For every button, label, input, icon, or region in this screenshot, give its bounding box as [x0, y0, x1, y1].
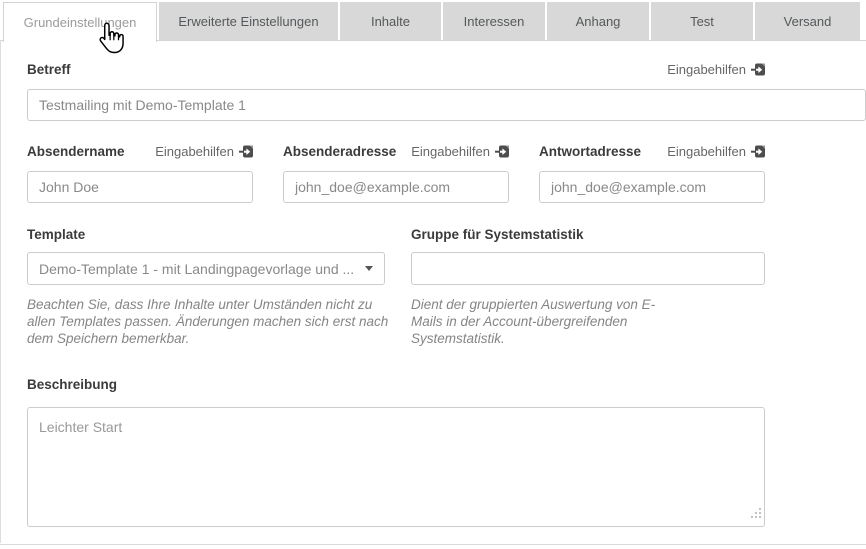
absenderadresse-eingabehilfen-link[interactable]: Eingabehilfen — [411, 144, 509, 159]
chevron-down-icon — [365, 266, 373, 271]
template-select[interactable]: Demo-Template 1 - mit Landingpagevorlage… — [27, 252, 385, 285]
absenderadresse-input[interactable] — [283, 171, 509, 203]
betreff-label: Betreff — [27, 62, 71, 77]
eingabehilfen-icon — [751, 63, 765, 76]
tab-interessen[interactable]: Interessen — [443, 2, 545, 40]
eingabehilfen-icon — [751, 145, 765, 158]
template-selected-value: Demo-Template 1 - mit Landingpagevorlage… — [39, 261, 354, 277]
eingabehilfen-label: Eingabehilfen — [667, 62, 746, 77]
systemstatistik-note: Dient der gruppierten Auswertung von E-M… — [411, 296, 656, 347]
tab-inhalte[interactable]: Inhalte — [340, 2, 441, 40]
eingabehilfen-label: Eingabehilfen — [667, 144, 746, 159]
beschreibung-label: Beschreibung — [27, 377, 117, 392]
bottom-divider — [0, 544, 866, 545]
absendername-eingabehilfen-link[interactable]: Eingabehilfen — [155, 144, 253, 159]
antwortadresse-input[interactable] — [539, 171, 765, 203]
tab-test[interactable]: Test — [651, 2, 753, 40]
tab-erweiterte-einstellungen[interactable]: Erweiterte Einstellungen — [159, 2, 338, 40]
absenderadresse-label: Absenderadresse — [283, 144, 396, 159]
antwortadresse-eingabehilfen-link[interactable]: Eingabehilfen — [667, 144, 765, 159]
absendername-label: Absendername — [27, 144, 125, 159]
betreff-input[interactable] — [27, 89, 866, 121]
eingabehilfen-label: Eingabehilfen — [155, 144, 234, 159]
systemstatistik-input[interactable] — [411, 252, 765, 285]
tab-grundeinstellungen[interactable]: Grundeinstellungen — [3, 2, 157, 42]
antwortadresse-label: Antwortadresse — [539, 144, 641, 159]
eingabehilfen-label: Eingabehilfen — [411, 144, 490, 159]
tab-bar: Grundeinstellungen Erweiterte Einstellun… — [0, 0, 866, 40]
template-note: Beachten Sie, dass Ihre Inhalte unter Um… — [27, 296, 395, 347]
betreff-eingabehilfen-link[interactable]: Eingabehilfen — [667, 62, 765, 77]
resize-grip-icon[interactable] — [751, 505, 761, 523]
beschreibung-textarea[interactable]: Leichter Start — [27, 407, 765, 527]
tab-anhang[interactable]: Anhang — [547, 2, 649, 40]
systemstatistik-label: Gruppe für Systemstatistik — [411, 227, 584, 242]
content-panel: Betreff Eingabehilfen Absendername Einga… — [0, 40, 866, 543]
eingabehilfen-icon — [239, 145, 253, 158]
absendername-input[interactable] — [27, 171, 253, 203]
eingabehilfen-icon — [495, 145, 509, 158]
template-label: Template — [27, 227, 85, 242]
tab-versand[interactable]: Versand — [755, 2, 860, 40]
